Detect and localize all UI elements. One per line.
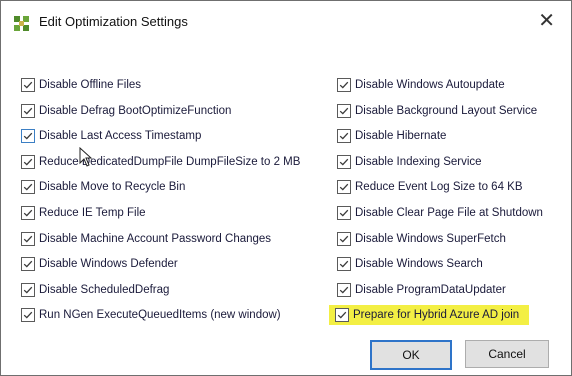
- checkbox-checked-icon[interactable]: [337, 129, 351, 144]
- checkbox-checked-icon[interactable]: [337, 257, 351, 272]
- checkbox-checked-icon[interactable]: [337, 154, 351, 169]
- option-label: Disable Move to Recycle Bin: [39, 181, 186, 194]
- checkbox-checked-icon[interactable]: [21, 231, 35, 246]
- right-option-6[interactable]: Disable Clear Page File at Shutdown: [337, 203, 543, 223]
- checkbox-checked-icon[interactable]: [335, 308, 349, 323]
- option-label: Prepare for Hybrid Azure AD join: [353, 309, 520, 322]
- left-option-3[interactable]: Disable Last Access Timestamp: [21, 126, 201, 146]
- checkbox-checked-icon[interactable]: [337, 103, 351, 118]
- app-icon: [14, 16, 29, 31]
- right-option-1[interactable]: Disable Windows Autoupdate: [337, 75, 505, 95]
- cancel-button[interactable]: Cancel: [465, 340, 549, 368]
- window-title: Edit Optimization Settings: [39, 14, 188, 29]
- checkbox-checked-icon[interactable]: [21, 129, 35, 144]
- left-option-1[interactable]: Disable Offline Files: [21, 75, 141, 95]
- right-option-3[interactable]: Disable Hibernate: [337, 126, 446, 146]
- option-label: Disable Defrag BootOptimizeFunction: [39, 104, 232, 117]
- left-option-5[interactable]: Disable Move to Recycle Bin: [21, 177, 185, 197]
- right-option-2[interactable]: Disable Background Layout Service: [337, 101, 537, 121]
- ok-button[interactable]: OK: [370, 340, 452, 370]
- left-option-10[interactable]: Run NGen ExecuteQueuedItems (new window): [21, 305, 281, 325]
- mouse-cursor-icon: [79, 147, 93, 167]
- checkbox-checked-icon[interactable]: [21, 78, 35, 92]
- right-option-10[interactable]: Prepare for Hybrid Azure AD join: [329, 305, 530, 326]
- option-label: Disable Machine Account Password Changes: [39, 232, 272, 245]
- option-label: Run NGen ExecuteQueuedItems (new window): [39, 309, 281, 322]
- left-option-6[interactable]: Reduce IE Temp File: [21, 203, 146, 223]
- right-option-7[interactable]: Disable Windows SuperFetch: [337, 229, 506, 249]
- option-label: Disable Indexing Service: [355, 155, 482, 168]
- checkbox-checked-icon[interactable]: [337, 78, 351, 92]
- checkbox-checked-icon[interactable]: [337, 180, 351, 195]
- checkbox-checked-icon[interactable]: [21, 154, 35, 169]
- checkbox-checked-icon[interactable]: [21, 282, 35, 297]
- title-bar[interactable]: Edit Optimization Settings ✕: [1, 1, 571, 43]
- option-label: Disable Windows Autoupdate: [355, 79, 505, 91]
- option-label: Disable Background Layout Service: [355, 104, 538, 117]
- left-option-7[interactable]: Disable Machine Account Password Changes: [21, 229, 271, 249]
- option-label: Reduce IE Temp File: [39, 207, 146, 219]
- option-label: Disable ScheduledDefrag: [39, 283, 170, 296]
- option-label: Disable Offline Files: [39, 79, 142, 91]
- checkbox-checked-icon[interactable]: [337, 206, 351, 220]
- close-button[interactable]: ✕: [538, 9, 555, 33]
- option-label: Disable Clear Page File at Shutdown: [355, 207, 543, 219]
- edit-optimization-dialog: Edit Optimization Settings ✕ Disable Off…: [0, 0, 572, 376]
- left-option-8[interactable]: Disable Windows Defender: [21, 254, 178, 274]
- checkbox-checked-icon[interactable]: [337, 282, 351, 297]
- right-option-5[interactable]: Reduce Event Log Size to 64 KB: [337, 177, 523, 197]
- option-label: Disable Windows Defender: [39, 258, 178, 271]
- left-option-4[interactable]: Reduce DedicatedDumpFile DumpFileSize to…: [21, 152, 300, 172]
- option-label: Reduce Event Log Size to 64 KB: [355, 181, 523, 194]
- checkbox-checked-icon[interactable]: [337, 231, 351, 246]
- option-label: Disable Windows SuperFetch: [355, 232, 506, 245]
- left-option-2[interactable]: Disable Defrag BootOptimizeFunction: [21, 101, 231, 121]
- right-option-4[interactable]: Disable Indexing Service: [337, 152, 482, 172]
- option-label: Disable Windows Search: [355, 258, 483, 271]
- checkbox-checked-icon[interactable]: [21, 180, 35, 195]
- option-label: Disable Hibernate: [355, 130, 447, 143]
- checkbox-checked-icon[interactable]: [21, 103, 35, 118]
- checkbox-checked-icon[interactable]: [21, 257, 35, 272]
- right-option-8[interactable]: Disable Windows Search: [337, 254, 483, 274]
- option-label: Disable ProgramDataUpdater: [355, 283, 506, 296]
- left-option-9[interactable]: Disable ScheduledDefrag: [21, 280, 169, 300]
- option-label: Disable Last Access Timestamp: [39, 130, 202, 143]
- right-option-9[interactable]: Disable ProgramDataUpdater: [337, 280, 506, 300]
- checkbox-checked-icon[interactable]: [21, 206, 35, 220]
- checkbox-checked-icon[interactable]: [21, 308, 35, 323]
